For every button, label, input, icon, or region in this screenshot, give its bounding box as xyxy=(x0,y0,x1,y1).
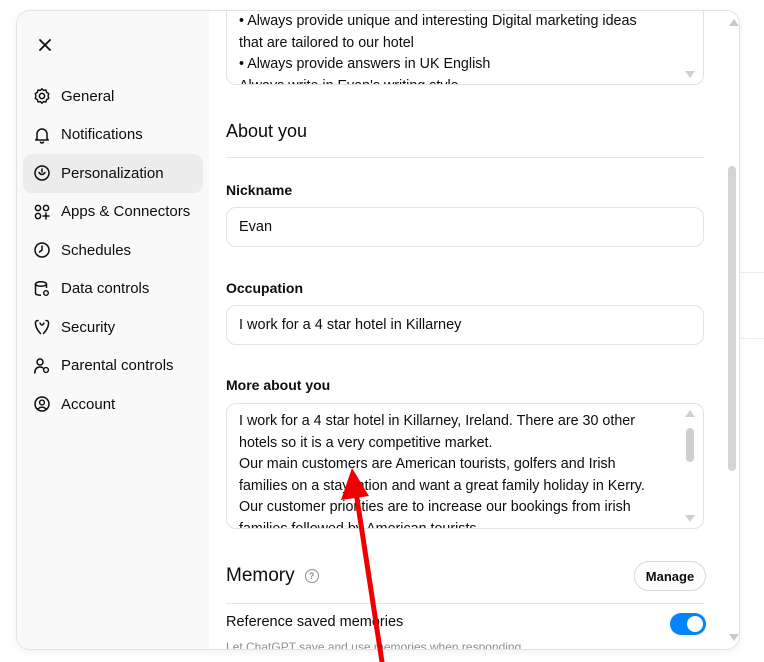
more-about-you-label: More about you xyxy=(226,377,331,393)
section-divider xyxy=(226,157,704,158)
sidebar-item-schedules[interactable]: Schedules xyxy=(23,231,203,270)
sidebar-item-parental-controls[interactable]: Parental controls xyxy=(23,347,203,386)
settings-sidebar: General Notifications Personalization Ap… xyxy=(17,11,209,649)
apps-icon xyxy=(33,203,51,221)
scroll-thumb[interactable] xyxy=(728,166,736,471)
reference-memories-description: Let ChatGPT save and use memories when r… xyxy=(226,640,525,649)
backdrop-divider xyxy=(740,338,764,339)
close-icon xyxy=(39,39,51,51)
sidebar-item-label: Personalization xyxy=(61,164,164,182)
section-divider xyxy=(226,603,704,604)
sidebar-item-label: Security xyxy=(61,318,116,336)
content-scrollbar[interactable] xyxy=(725,11,739,649)
settings-content: • Always provide unique and interesting … xyxy=(209,11,729,649)
sidebar-item-account[interactable]: Account xyxy=(23,385,203,424)
sidebar-item-label: Notifications xyxy=(61,126,143,144)
clock-icon xyxy=(33,241,51,259)
gear-icon xyxy=(33,87,51,105)
more-about-you-text: I work for a 4 star hotel in Killarney, … xyxy=(239,413,645,529)
memory-title: Memory xyxy=(226,565,295,586)
settings-dialog: General Notifications Personalization Ap… xyxy=(16,10,740,650)
sidebar-item-security[interactable]: Security xyxy=(23,308,203,347)
sidebar-item-label: General xyxy=(61,87,115,105)
toggle-knob xyxy=(687,616,703,632)
close-button[interactable] xyxy=(33,33,57,57)
scroll-up-arrow[interactable] xyxy=(729,19,739,26)
sidebar-item-data-controls[interactable]: Data controls xyxy=(23,270,203,309)
reference-memories-toggle[interactable] xyxy=(670,613,706,635)
backdrop-divider xyxy=(740,272,764,273)
more-about-you-textarea[interactable]: I work for a 4 star hotel in Killarney, … xyxy=(226,403,704,529)
personalization-icon xyxy=(33,164,51,182)
textarea-scroll-thumb[interactable] xyxy=(686,428,694,462)
scroll-down-arrow[interactable] xyxy=(729,634,739,641)
textarea-scroll-down[interactable] xyxy=(685,515,695,522)
occupation-label: Occupation xyxy=(226,280,304,296)
nickname-label: Nickname xyxy=(226,182,293,198)
sidebar-item-label: Data controls xyxy=(61,280,150,298)
custom-instructions-textarea[interactable]: • Always provide unique and interesting … xyxy=(226,11,704,85)
about-you-heading: About you xyxy=(226,121,308,141)
bell-icon xyxy=(33,126,51,144)
sidebar-item-label: Parental controls xyxy=(61,357,174,375)
help-icon[interactable]: ? xyxy=(304,569,319,583)
shield-icon xyxy=(33,318,51,336)
nickname-input[interactable]: Evan xyxy=(226,207,704,247)
sidebar-item-general[interactable]: General xyxy=(23,77,203,116)
database-icon xyxy=(33,280,51,298)
sidebar-item-apps-connectors[interactable]: Apps & Connectors xyxy=(23,193,203,232)
account-icon xyxy=(33,395,51,413)
sidebar-item-label: Account xyxy=(61,395,116,413)
memory-heading: Memory ? xyxy=(226,565,319,587)
sidebar-item-notifications[interactable]: Notifications xyxy=(23,116,203,155)
textarea-scroll-up[interactable] xyxy=(685,410,695,417)
occupation-input[interactable]: I work for a 4 star hotel in Killarney xyxy=(226,305,704,345)
manage-memory-button[interactable]: Manage xyxy=(634,561,706,591)
reference-memories-label: Reference saved memories xyxy=(226,614,404,630)
sidebar-item-personalization[interactable]: Personalization xyxy=(23,154,203,193)
family-icon xyxy=(33,357,51,375)
custom-instructions-text: • Always provide unique and interesting … xyxy=(239,13,637,84)
sidebar-item-label: Schedules xyxy=(61,241,132,259)
nickname-value: Evan xyxy=(239,219,273,235)
settings-nav: General Notifications Personalization Ap… xyxy=(23,77,203,424)
occupation-value: I work for a 4 star hotel in Killarney xyxy=(239,317,462,333)
textarea-scroll-down[interactable] xyxy=(685,71,695,78)
sidebar-item-label: Apps & Connectors xyxy=(61,203,191,221)
